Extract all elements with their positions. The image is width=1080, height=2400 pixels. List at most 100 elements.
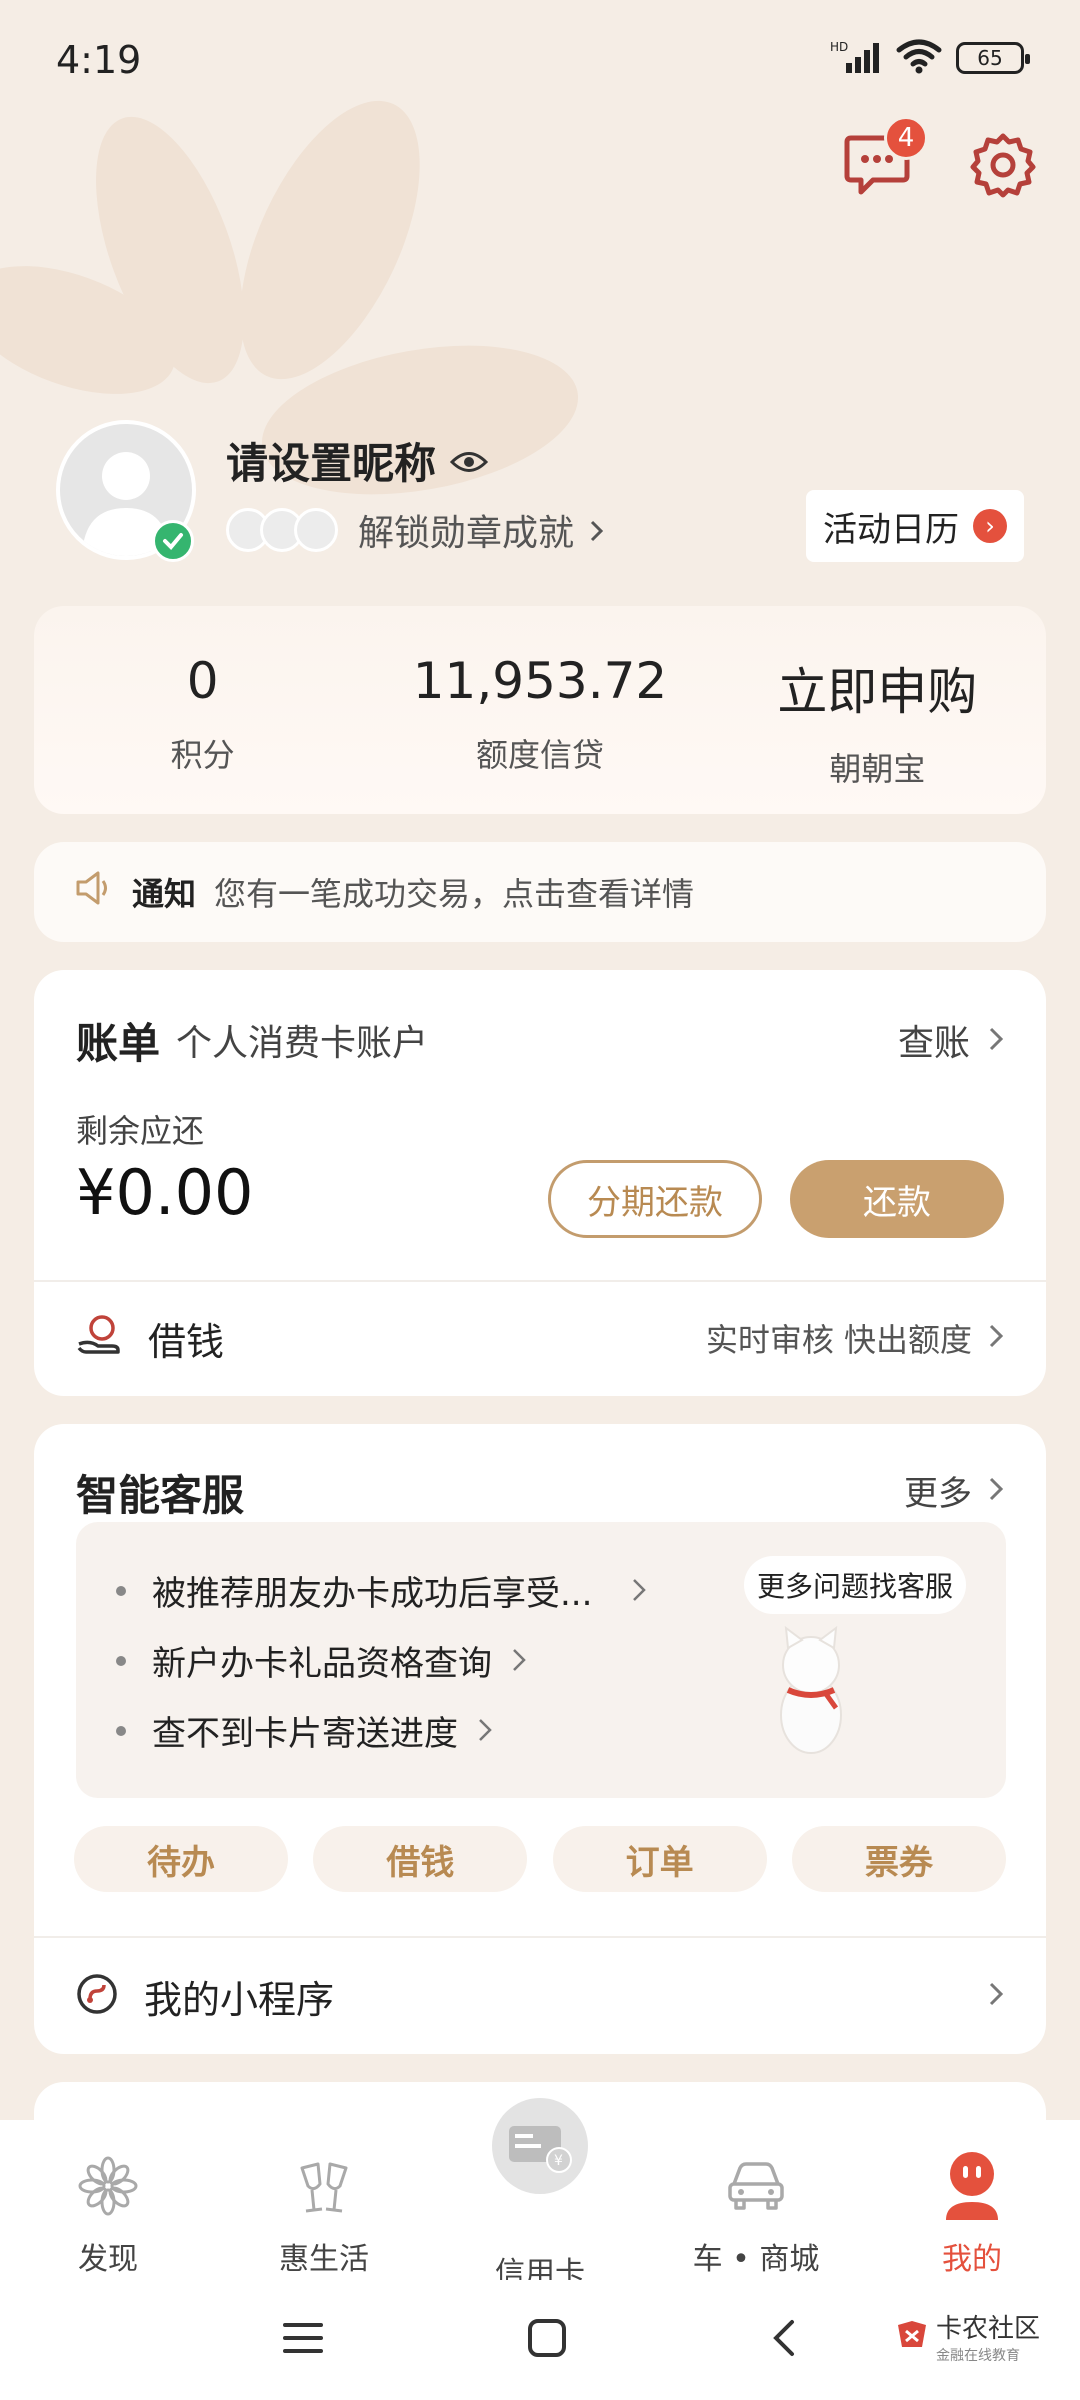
watermark-title: 卡农社区 — [935, 2314, 1040, 2344]
watermark: 卡农社区 金融在线教育 — [894, 2308, 1040, 2365]
stat-label: 额度信贷 — [475, 736, 604, 774]
chevron-right-icon — [988, 1471, 1004, 1511]
svg-text:¥: ¥ — [554, 2153, 563, 2169]
hand-coin-icon — [76, 1314, 122, 1362]
borrow-hint-text: 实时审核 快出额度 — [705, 1321, 972, 1359]
stat-value: 11,953.72 — [412, 652, 668, 710]
bill-card: 账单 个人消费卡账户 查账 剩余应还 ¥0.00 分期还款 还款 借钱 实时审核… — [34, 970, 1046, 1396]
settings-button[interactable] — [966, 130, 1040, 204]
notice-bar[interactable]: 通知 您有一笔成功交易，点击查看详情 — [34, 842, 1046, 942]
status-icons: HD 65 — [830, 38, 1030, 78]
mascot-cat-icon[interactable] — [766, 1620, 856, 1760]
status-time: 4:19 — [56, 38, 142, 82]
bullet — [116, 1585, 126, 1596]
menu-icon[interactable] — [282, 2320, 324, 2360]
header-actions: 4 — [840, 116, 1040, 204]
borrow-label: 借钱 — [148, 1319, 225, 1364]
profile-icon — [936, 2150, 1008, 2222]
profile-section: 请设置昵称 解锁勋章成就 活动日历 › — [56, 420, 1024, 570]
faq-item[interactable]: 查不到卡片寄送进度 — [116, 1706, 492, 1755]
chevron-right-icon — [590, 510, 604, 551]
remaining-due-amount: ¥0.00 — [76, 1156, 254, 1229]
eye-icon[interactable] — [449, 436, 489, 485]
smart-service-card: 智能客服 更多 被推荐朋友办卡成功后享受... 新户办卡礼品资格查询 查不到卡片… — [34, 1424, 1046, 2054]
speaker-icon — [74, 870, 114, 914]
quick-todo-button[interactable]: 待办 — [74, 1826, 288, 1892]
faq-item[interactable]: 被推荐朋友办卡成功后享受... — [116, 1566, 647, 1615]
borrow-row[interactable]: 借钱 实时审核 快出额度 — [34, 1280, 1046, 1396]
stat-label: 积分 — [170, 736, 235, 774]
stat-value: 0 — [186, 652, 219, 710]
stat-credit-limit[interactable]: 11,953.72 额度信贷 — [371, 606, 708, 814]
status-bar: 4:19 HD 65 — [0, 0, 1080, 120]
battery-icon: 65 — [956, 42, 1030, 74]
installment-repay-button[interactable]: 分期还款 — [548, 1160, 762, 1238]
borrow-hint: 实时审核 快出额度 — [706, 1315, 1004, 1361]
medal-icon — [294, 508, 338, 552]
chevron-right-icon — [632, 1571, 647, 1611]
faq-text: 被推荐朋友办卡成功后享受... — [152, 1574, 593, 1614]
tab-life[interactable]: 惠生活 — [216, 2120, 432, 2280]
tab-credit-card[interactable]: ¥ 信用卡 — [432, 2098, 648, 2291]
bullet — [116, 1725, 126, 1736]
back-icon[interactable] — [770, 2318, 798, 2362]
nickname-text: 请设置昵称 — [226, 439, 437, 488]
stat-points[interactable]: 0 积分 — [34, 606, 371, 814]
check-bill-link[interactable]: 查账 — [898, 1014, 1004, 1066]
more-label: 更多 — [904, 1474, 972, 1514]
faq-item[interactable]: 新户办卡礼品资格查询 — [116, 1636, 526, 1685]
bill-title: 账单 — [76, 1019, 161, 1068]
flower-icon — [72, 2150, 144, 2222]
verified-check-icon — [152, 520, 194, 562]
tab-label: 车 • 商城 — [692, 2242, 820, 2277]
tab-discover[interactable]: 发现 — [0, 2120, 216, 2280]
stat-label: 朝朝宝 — [829, 750, 926, 788]
remaining-due-label: 剩余应还 — [76, 1112, 205, 1150]
bottom-tab-bar: 发现 惠生活 ¥ 信用卡 车 • 商城 我的 — [0, 2098, 1080, 2291]
activity-calendar-button[interactable]: 活动日历 › — [806, 490, 1024, 562]
gear-icon — [970, 132, 1036, 202]
signal-icon: HD — [830, 39, 882, 77]
chevron-right-icon — [512, 1641, 526, 1681]
mini-program-label: 我的小程序 — [144, 1977, 335, 2022]
chevron-right-icon — [988, 1319, 1004, 1357]
tab-car-mall[interactable]: 车 • 商城 — [648, 2120, 864, 2280]
stat-zhaozhaobao[interactable]: 立即申购 朝朝宝 — [709, 606, 1046, 814]
svg-text:HD: HD — [830, 40, 848, 54]
nickname[interactable]: 请设置昵称 — [226, 430, 489, 491]
message-badge: 4 — [884, 116, 928, 160]
repay-button[interactable]: 还款 — [790, 1160, 1004, 1238]
quick-actions: 待办 借钱 订单 票券 — [74, 1826, 1006, 1892]
faq-text: 查不到卡片寄送进度 — [152, 1714, 458, 1754]
message-button[interactable]: 4 — [840, 116, 928, 204]
car-icon — [720, 2150, 792, 2222]
wifi-icon — [896, 38, 942, 78]
tab-label: 我的 — [942, 2242, 1002, 2277]
notice-title: 通知 — [132, 875, 197, 913]
tab-label: 惠生活 — [279, 2242, 369, 2277]
stat-value: 立即申购 — [777, 663, 978, 721]
quick-tickets-button[interactable]: 票券 — [791, 1826, 1006, 1892]
quick-borrow-button[interactable]: 借钱 — [313, 1826, 528, 1892]
quick-orders-button[interactable]: 订单 — [552, 1826, 767, 1892]
tab-label: 发现 — [78, 2242, 138, 2277]
notice-text: 您有一笔成功交易，点击查看详情 — [214, 875, 695, 913]
customer-service-bubble[interactable]: 更多问题找客服 — [744, 1556, 966, 1614]
chevron-right-icon — [988, 1020, 1004, 1061]
mini-program-icon — [76, 1973, 118, 2019]
chevron-right-icon — [988, 1981, 1004, 2011]
service-title: 智能客服 — [76, 1471, 245, 1520]
cheers-icon — [288, 2150, 360, 2222]
watermark-logo-icon — [894, 2317, 930, 2357]
medal-icons — [226, 508, 338, 552]
medal-achievement-link[interactable]: 解锁勋章成就 — [226, 504, 604, 556]
credit-card-icon: ¥ — [492, 2098, 588, 2194]
watermark-subtitle: 金融在线教育 — [935, 2348, 1020, 2364]
faq-box: 被推荐朋友办卡成功后享受... 新户办卡礼品资格查询 查不到卡片寄送进度 更多问… — [76, 1522, 1006, 1798]
bill-account-name: 个人消费卡账户 — [176, 1023, 429, 1064]
tab-mine[interactable]: 我的 — [864, 2120, 1080, 2280]
more-link[interactable]: 更多 — [904, 1466, 1004, 1515]
mini-program-row[interactable]: 我的小程序 — [34, 1938, 1046, 2054]
check-bill-label: 查账 — [897, 1023, 970, 1064]
home-icon[interactable] — [527, 2318, 567, 2362]
